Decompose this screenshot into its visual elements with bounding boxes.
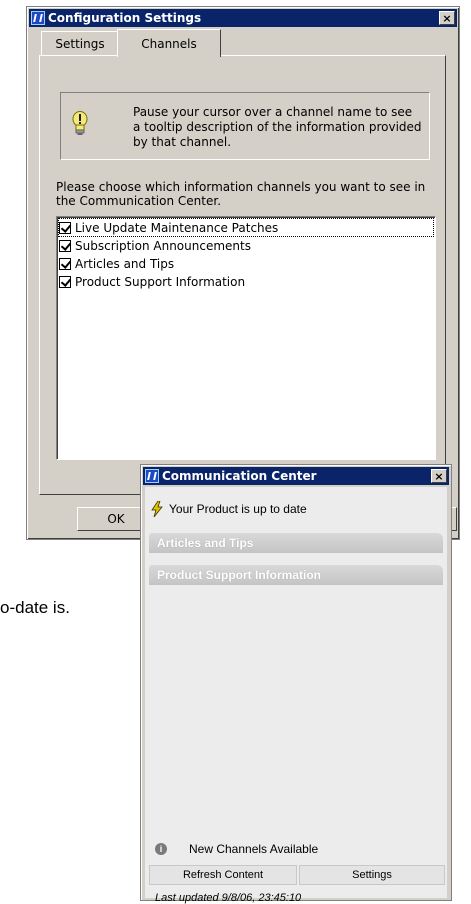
tab-channels[interactable]: Channels <box>117 29 221 57</box>
tab-settings-label: Settings <box>55 36 105 51</box>
last-updated-text: Last updated 9/8/06, 23:45:10 <box>155 892 302 904</box>
notice-text: New Channels Available <box>189 842 319 856</box>
channel-item-product-support[interactable]: Product Support Information <box>59 273 245 290</box>
cc-close-button[interactable]: × <box>431 469 447 483</box>
lightbulb-icon <box>72 111 88 135</box>
status-text: Your Product is up to date <box>169 502 307 516</box>
app-icon <box>145 469 159 483</box>
config-titlebar[interactable]: Configuration Settings × <box>29 9 457 27</box>
communication-center-window: Communication Center × Your Product is u… <box>140 464 452 904</box>
new-channels-notice[interactable]: i New Channels Available <box>155 842 318 856</box>
channel-checkbox-articles[interactable] <box>59 257 71 270</box>
tooltip-info-box: Pause your cursor over a channel name to… <box>60 92 430 160</box>
refresh-content-button[interactable]: Refresh Content <box>149 865 297 885</box>
configuration-settings-window: Configuration Settings × Settings Channe… <box>26 6 460 540</box>
tooltip-info-text: Pause your cursor over a channel name to… <box>133 105 422 149</box>
channel-item-live-update[interactable]: Live Update Maintenance Patches <box>58 218 434 237</box>
channels-tab-panel: Pause your cursor over a channel name to… <box>39 55 446 495</box>
section-label: Product Support Information <box>157 568 321 582</box>
channel-label: Articles and Tips <box>75 256 175 271</box>
channel-checkbox-live-update[interactable] <box>59 221 71 234</box>
cc-window-title: Communication Center <box>162 469 317 483</box>
lightning-bolt-icon <box>151 501 163 517</box>
channel-item-articles[interactable]: Articles and Tips <box>59 255 174 272</box>
channel-label: Product Support Information <box>75 274 246 289</box>
settings-button[interactable]: Settings <box>299 865 445 885</box>
background-text: o-date is. <box>0 598 70 618</box>
tab-channels-label: Channels <box>141 36 197 51</box>
status-row: Your Product is up to date <box>151 501 307 517</box>
channel-instruction-text: Please choose which information channels… <box>56 180 426 208</box>
section-articles-and-tips[interactable]: Articles and Tips <box>149 533 443 553</box>
channel-label: Subscription Announcements <box>75 238 251 253</box>
tab-settings[interactable]: Settings <box>41 31 119 55</box>
background-partial-text: o-date is. <box>0 598 70 617</box>
app-icon <box>31 11 45 25</box>
channel-item-subscription[interactable]: Subscription Announcements <box>59 237 251 254</box>
config-close-button[interactable]: × <box>439 11 455 25</box>
channel-checkbox-subscription[interactable] <box>59 239 71 252</box>
section-label: Articles and Tips <box>157 536 254 550</box>
channel-label: Live Update Maintenance Patches <box>75 220 279 235</box>
channel-list[interactable]: Live Update Maintenance Patches Subscrip… <box>56 216 436 460</box>
config-window-title: Configuration Settings <box>48 11 202 25</box>
cc-titlebar[interactable]: Communication Center × <box>143 467 449 485</box>
info-icon: i <box>155 843 167 855</box>
cc-body: Your Product is up to date Articles and … <box>145 487 447 904</box>
channel-checkbox-product-support[interactable] <box>59 275 71 288</box>
section-product-support[interactable]: Product Support Information <box>149 565 443 585</box>
